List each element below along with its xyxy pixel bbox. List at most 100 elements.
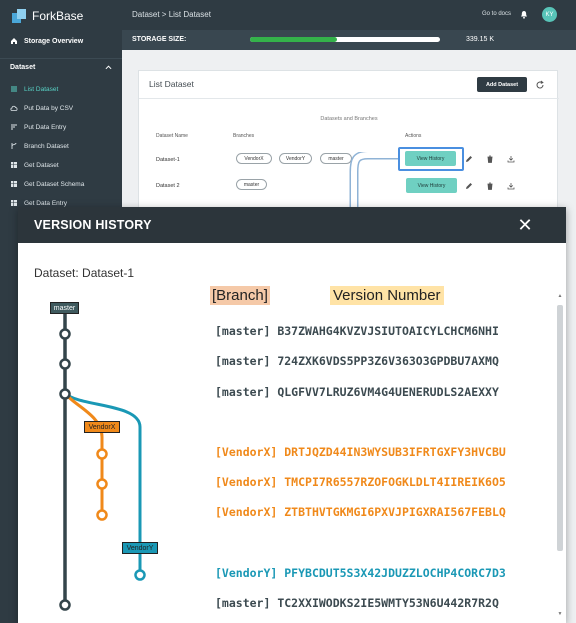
forkbase-logo-icon bbox=[12, 9, 26, 23]
trash-icon[interactable] bbox=[486, 182, 494, 190]
version-row[interactable]: [master] B37ZWAHG4KVZVJSIUTOAICYLCHCM6NH… bbox=[215, 324, 499, 338]
sidebar-item-label: Get Dataset Schema bbox=[24, 180, 85, 188]
sidebar-item-list-dataset[interactable]: List Dataset bbox=[0, 80, 122, 98]
version-column-header: Version Number bbox=[330, 286, 444, 305]
dataset-name: Dataset-1 bbox=[156, 157, 180, 163]
version-branch: [VendorY] bbox=[215, 566, 278, 580]
graph-tag-vendory: VendorY bbox=[122, 542, 158, 554]
version-row[interactable]: [VendorX] TMCPI7R6557RZOFOGKLDLT4IIREIK6… bbox=[215, 475, 506, 489]
brand-name: ForkBase bbox=[32, 9, 84, 23]
sidebar-item-label: Put Data by CSV bbox=[24, 104, 74, 112]
cloud-upload-icon bbox=[10, 105, 18, 111]
branch-icon bbox=[11, 142, 17, 149]
commit-node-master bbox=[59, 388, 71, 400]
version-branch: [master] bbox=[215, 354, 271, 368]
commit-node-master bbox=[59, 599, 71, 611]
download-icon[interactable] bbox=[507, 155, 515, 163]
breadcrumb: Dataset > List Dataset bbox=[132, 10, 211, 19]
branch-chip[interactable]: VendorY bbox=[279, 153, 312, 164]
commit-node-master bbox=[59, 358, 71, 370]
chevron-up-icon bbox=[105, 65, 112, 70]
storage-value: 339.15 K bbox=[466, 36, 495, 43]
modal-title: VERSION HISTORY bbox=[34, 218, 152, 232]
sidebar-item-branch-dataset[interactable]: Branch Dataset bbox=[0, 137, 122, 155]
brand[interactable]: ForkBase bbox=[12, 6, 83, 26]
version-id: ZTBTHVTGKMGI6PXVJPIGXRAI567FEBLQ bbox=[284, 505, 506, 519]
graph-tag-master: master bbox=[50, 302, 79, 314]
version-row[interactable]: [VendorX] DRTJQZD44IN3WYSUB3IFRTGXFY3HVC… bbox=[215, 445, 506, 459]
sidebar-section-dataset[interactable]: Dataset bbox=[0, 58, 122, 76]
version-id: TC2XXIWODKS2IE5WMTY53N6U442R7R2Q bbox=[277, 596, 499, 610]
version-id: TMCPI7R6557RZOFOGKLDLT4IIREIK6O5 bbox=[284, 475, 506, 489]
sidebar-item-label: Get Dataset bbox=[24, 161, 59, 169]
version-id: QLGFVV7LRUZ6VM4G4UENERUDLS2AEXXY bbox=[277, 385, 499, 399]
version-row[interactable]: [VendorY] PFYBCDUT5S3X42JDUZZLOCHP4CORC7… bbox=[215, 566, 506, 580]
sidebar-item-label: Get Data Entry bbox=[24, 199, 67, 207]
sidebar-item-get-dataset[interactable]: Get Dataset bbox=[0, 156, 122, 174]
version-row[interactable]: [VendorX] ZTBTHVTGKMGI6PXVJPIGXRAI567FEB… bbox=[215, 505, 506, 519]
edit-icon[interactable] bbox=[465, 182, 473, 190]
graph-tag-vendorx: VendorX bbox=[84, 421, 120, 433]
goto-docs-link[interactable]: Go to docs bbox=[482, 11, 511, 17]
version-id: PFYBCDUT5S3X42JDUZZLOCHP4CORC7D3 bbox=[284, 566, 506, 580]
version-row[interactable]: [master] TC2XXIWODKS2IE5WMTY53N6U442R7R2… bbox=[215, 596, 499, 610]
commit-node-master bbox=[59, 328, 71, 340]
column-header-dataset-name: Dataset Name bbox=[156, 133, 188, 139]
commit-graph bbox=[59, 310, 146, 611]
trash-icon[interactable] bbox=[486, 155, 494, 163]
branch-column-header: [Branch] bbox=[210, 286, 270, 305]
dataset-label: Dataset: Dataset-1 bbox=[34, 266, 135, 280]
storage-progress bbox=[250, 37, 440, 42]
edit-icon[interactable] bbox=[465, 155, 473, 163]
version-row[interactable]: [master] QLGFVV7LRUZ6VM4G4UENERUDLS2AEXX… bbox=[215, 385, 499, 399]
sidebar-item-put-data-by-csv[interactable]: Put Data by CSV bbox=[0, 99, 122, 117]
version-branch: [VendorX] bbox=[215, 445, 278, 459]
sidebar-item-label: List Dataset bbox=[24, 85, 59, 93]
sidebar-item-storage-overview[interactable]: Storage Overview bbox=[0, 32, 122, 50]
storage-bar: STORAGE SIZE: 339.15 K bbox=[122, 30, 576, 50]
sidebar-item-put-data-entry[interactable]: Put Data Entry bbox=[0, 118, 122, 136]
version-row[interactable]: [master] 724ZXK6VDS5PP3Z6V363O3GPDBU7AXM… bbox=[215, 354, 499, 368]
sidebar-item-get-dataset-schema[interactable]: Get Dataset Schema bbox=[0, 175, 122, 193]
commit-node-vendorx bbox=[96, 448, 108, 460]
version-history-modal: VERSION HISTORY ✕ Dataset: Dataset-1 [Br… bbox=[18, 207, 566, 623]
version-id: 724ZXK6VDS5PP3Z6V363O3GPDBU7AXMQ bbox=[277, 354, 499, 368]
branch-chip[interactable]: VendorX bbox=[236, 153, 272, 164]
storage-label: STORAGE SIZE: bbox=[132, 36, 187, 43]
branch-chip[interactable]: master bbox=[236, 179, 267, 190]
list-icon bbox=[11, 86, 17, 92]
avatar[interactable]: KY bbox=[542, 7, 557, 22]
storage-progress-fill bbox=[250, 37, 338, 42]
scroll-up-icon[interactable]: ▲ bbox=[557, 293, 563, 301]
home-icon bbox=[11, 38, 17, 44]
version-branch: [master] bbox=[215, 596, 271, 610]
version-branch: [master] bbox=[215, 324, 271, 338]
divider bbox=[139, 98, 559, 99]
commit-node-vendorx bbox=[96, 478, 108, 490]
version-branch: [master] bbox=[215, 385, 271, 399]
modal-scrollbar[interactable] bbox=[557, 305, 563, 551]
table-icon bbox=[11, 181, 17, 187]
table-caption: Datasets and Branches bbox=[320, 116, 378, 122]
sidebar-item-label: Put Data Entry bbox=[24, 123, 67, 131]
close-icon[interactable]: ✕ bbox=[515, 215, 535, 235]
version-id: DRTJQZD44IN3WYSUB3IFRTGXFY3HVCBU bbox=[284, 445, 506, 459]
table-icon bbox=[11, 162, 17, 168]
commit-node-vendory bbox=[134, 569, 146, 581]
sidebar-section-label: Dataset bbox=[10, 64, 36, 71]
modal-header: VERSION HISTORY ✕ bbox=[18, 207, 566, 243]
version-branch: [VendorX] bbox=[215, 505, 278, 519]
add-dataset-button[interactable]: Add Dataset bbox=[477, 77, 527, 92]
sort-icon bbox=[11, 124, 17, 130]
scroll-down-icon[interactable]: ▼ bbox=[557, 611, 563, 619]
sidebar-item-label: Storage Overview bbox=[24, 37, 84, 45]
column-header-branches: Branches bbox=[233, 133, 255, 139]
refresh-icon[interactable] bbox=[535, 80, 545, 90]
commit-node-vendorx bbox=[96, 509, 108, 521]
table-icon bbox=[11, 200, 17, 206]
version-id: B37ZWAHG4KVZVJSIUTOAICYLCHCM6NHI bbox=[277, 324, 499, 338]
download-icon[interactable] bbox=[507, 182, 515, 190]
bell-icon[interactable] bbox=[520, 10, 528, 19]
version-branch: [VendorX] bbox=[215, 475, 278, 489]
dataset-name: Dataset 2 bbox=[156, 183, 180, 189]
